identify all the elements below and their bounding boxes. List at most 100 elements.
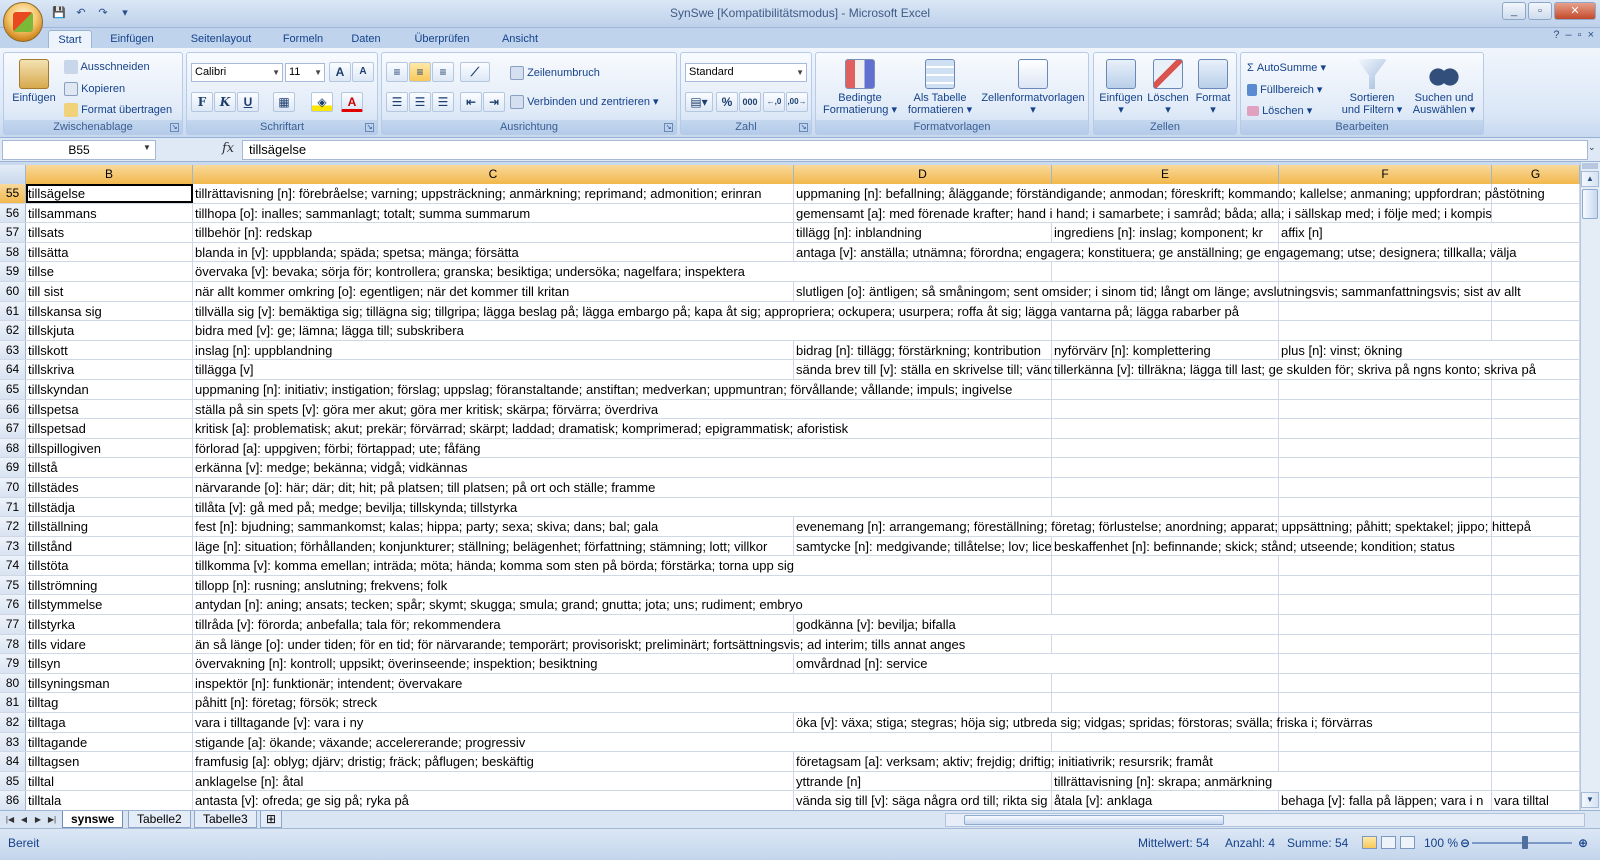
next-sheet-button[interactable]: ▶ — [32, 813, 44, 827]
minimize-button[interactable]: _ — [1502, 2, 1526, 20]
cell-f57[interactable]: affix [n] — [1279, 223, 1492, 242]
insert-cells-button[interactable]: Einfügen ▾ — [1098, 59, 1144, 116]
row-header[interactable]: 56 — [0, 203, 26, 223]
orientation-button[interactable]: ⟋ — [460, 62, 490, 82]
doc-restore-button[interactable]: ▫ — [1578, 29, 1582, 41]
insert-function-button[interactable]: fx — [222, 141, 234, 156]
align-left-button[interactable]: ☰ — [386, 92, 408, 112]
horizontal-scroll-thumb[interactable] — [964, 815, 1224, 825]
cell-e78[interactable] — [1052, 634, 1279, 654]
row-header[interactable]: 83 — [0, 732, 26, 752]
decrease-indent-button[interactable]: ⇤ — [460, 92, 482, 112]
row-header[interactable]: 62 — [0, 321, 26, 340]
cell-e66[interactable] — [1052, 399, 1279, 419]
cell-b76[interactable]: tillstymmelse — [26, 595, 193, 615]
format-painter-button[interactable]: Format übertragen — [64, 103, 172, 117]
thousands-button[interactable]: 000 — [739, 92, 761, 112]
increase-indent-button[interactable]: ⇥ — [483, 92, 505, 112]
cell-f66[interactable] — [1279, 399, 1492, 419]
cell-b86[interactable]: tilltala — [26, 791, 193, 810]
tab-start[interactable]: Start — [48, 30, 92, 48]
row-header[interactable]: 80 — [0, 673, 26, 693]
cell-c55[interactable]: tillrättavisning [n]: förebråelse; varni… — [193, 184, 794, 203]
prev-sheet-button[interactable]: ◀ — [18, 813, 30, 827]
cell-c57[interactable]: tillbehör [n]: redskap — [193, 223, 794, 242]
row-header[interactable]: 64 — [0, 360, 26, 379]
row-header[interactable]: 72 — [0, 517, 26, 536]
cell-d60[interactable]: slutligen [o]: äntligen; så småningom; s… — [794, 281, 1521, 301]
vertical-scroll-thumb[interactable] — [1582, 189, 1598, 219]
merge-center-button[interactable]: Verbinden und zentrieren ▾ — [510, 95, 659, 110]
cell-b77[interactable]: tillstyrka — [26, 615, 193, 634]
cell-c58[interactable]: blanda in [v]: uppblanda; späda; spetsa;… — [193, 242, 794, 262]
cell-g75[interactable] — [1492, 575, 1580, 595]
cell-f59[interactable] — [1279, 262, 1492, 281]
row-header[interactable]: 58 — [0, 242, 26, 262]
cell-e71[interactable] — [1052, 497, 1279, 517]
row-header[interactable]: 74 — [0, 556, 26, 575]
scroll-down-button[interactable]: ▼ — [1581, 792, 1599, 808]
cell-b67[interactable]: tillspetsad — [26, 419, 193, 438]
cell-d84[interactable]: företagsam [a]: verksam; aktiv; frejdig;… — [794, 752, 1213, 771]
cell-b57[interactable]: tillsats — [26, 223, 193, 242]
cell-c64[interactable]: tillägga [v] — [193, 360, 794, 379]
sheet-tab-synswe[interactable]: synswe — [62, 811, 124, 828]
find-select-button[interactable]: Suchen und Auswählen ▾ — [1407, 59, 1481, 116]
row-header[interactable]: 61 — [0, 301, 26, 321]
zoom-level[interactable]: 100 % — [1424, 836, 1458, 850]
cell-f68[interactable] — [1279, 438, 1492, 458]
conditional-formatting-button[interactable]: Bedingte Formatierung ▾ — [820, 59, 900, 116]
cell-d76[interactable] — [794, 595, 1052, 615]
font-color-button[interactable]: A — [341, 92, 363, 112]
cell-e69[interactable] — [1052, 458, 1279, 477]
cell-f61[interactable] — [1279, 301, 1492, 321]
row-header[interactable]: 55 — [0, 184, 26, 203]
cell-e62[interactable] — [1052, 321, 1279, 340]
cell-c68[interactable]: förlorad [a]: uppgiven; förbi; förtappad… — [193, 438, 794, 458]
cell-f70[interactable] — [1279, 477, 1492, 497]
wrap-text-button[interactable]: Zeilenumbruch — [510, 66, 600, 80]
cell-e86[interactable]: åtala [v]: anklaga — [1052, 791, 1279, 810]
cell-c59[interactable]: övervaka [v]: bevaka; sörja för; kontrol… — [193, 262, 794, 281]
align-center-button[interactable]: ☰ — [409, 92, 431, 112]
cell-c67[interactable]: kritisk [a]: problematisk; akut; prekär;… — [193, 419, 848, 438]
decrease-decimal-button[interactable]: ,00→ — [786, 92, 808, 112]
cell-d73[interactable]: samtycke [n]: medgivande; tillåtelse; lo… — [794, 536, 1052, 556]
cell-d80[interactable] — [794, 673, 1052, 693]
cell-g56[interactable] — [1492, 203, 1580, 223]
cell-c69[interactable]: erkänna [v]: medge; bekänna; vidgå; vidk… — [193, 458, 794, 477]
align-right-button[interactable]: ☰ — [432, 92, 454, 112]
row-header[interactable]: 57 — [0, 223, 26, 242]
cell-d85[interactable]: yttrande [n] — [794, 771, 1052, 791]
cell-b56[interactable]: tillsammans — [26, 203, 193, 223]
cell-c71[interactable]: tillåta [v]: gå med på; medge; bevilja; … — [193, 497, 794, 517]
cell-c82[interactable]: vara i tilltagande [v]: vara i ny — [193, 713, 794, 732]
cell-d62[interactable] — [794, 321, 1052, 340]
cell-d63[interactable]: bidrag [n]: tillägg; förstärkning; kontr… — [794, 340, 1052, 360]
cell-c62[interactable]: bidra med [v]: ge; lämna; lägga till; su… — [193, 321, 794, 340]
help-icon[interactable]: ? — [1553, 29, 1559, 41]
cell-d72[interactable]: evenemang [n]: arrangemang; föreställnin… — [794, 517, 1531, 536]
fill-color-button[interactable]: ◈ — [311, 92, 333, 112]
row-header[interactable]: 75 — [0, 575, 26, 595]
cell-b59[interactable]: tillse — [26, 262, 193, 281]
dialog-launcher-icon[interactable]: ↘ — [170, 123, 179, 132]
sheet-tab-tabelle3[interactable]: Tabelle3 — [194, 811, 257, 828]
cell-f74[interactable] — [1279, 556, 1492, 575]
paste-button[interactable]: Einfügen — [8, 59, 60, 104]
cell-g67[interactable] — [1492, 419, 1580, 438]
cell-f85[interactable] — [1279, 771, 1492, 791]
cell-e76[interactable] — [1052, 595, 1279, 615]
align-bottom-button[interactable]: ≡ — [432, 62, 454, 82]
bold-button[interactable]: F — [191, 92, 213, 112]
cell-c63[interactable]: inslag [n]: uppblandning — [193, 340, 794, 360]
cell-f67[interactable] — [1279, 419, 1492, 438]
cell-f86[interactable]: behaga [v]: falla på läppen; vara i n — [1279, 791, 1492, 810]
cell-e80[interactable] — [1052, 673, 1279, 693]
cell-d69[interactable] — [794, 458, 1052, 477]
cell-b60[interactable]: till sist — [26, 281, 193, 301]
cell-c85[interactable]: anklagelse [n]: åtal — [193, 771, 794, 791]
row-header[interactable]: 68 — [0, 438, 26, 458]
cell-g77[interactable] — [1492, 615, 1580, 634]
cell-g84[interactable] — [1492, 752, 1580, 771]
